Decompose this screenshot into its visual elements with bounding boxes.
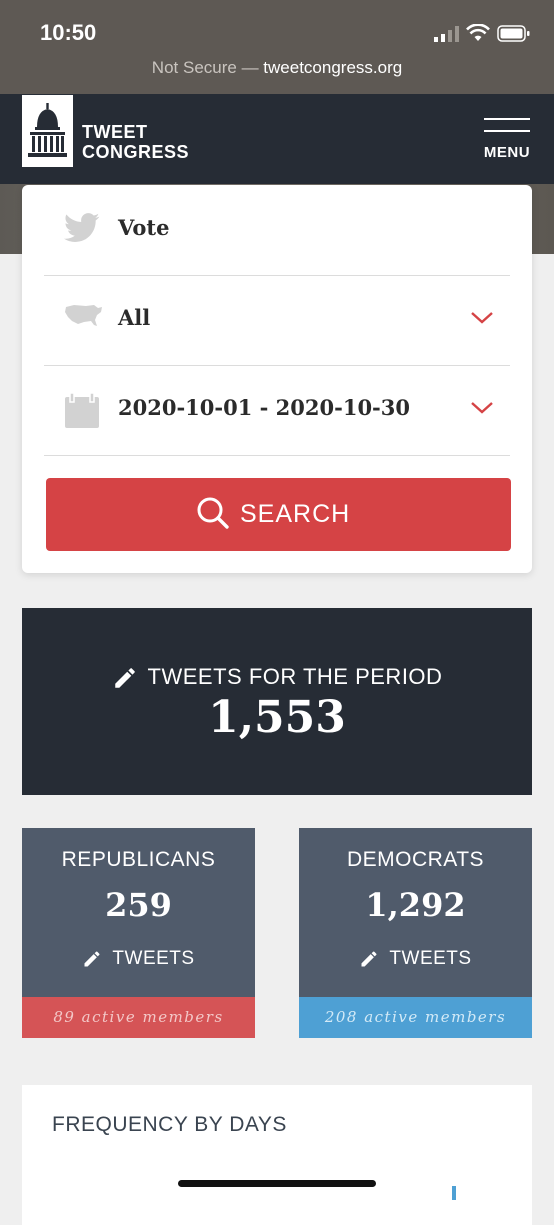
party-name: REPUBLICANS [61, 848, 216, 871]
search-button[interactable]: SEARCH [46, 478, 511, 551]
party-tweets-label: TWEETS [389, 948, 472, 969]
home-indicator[interactable] [178, 1180, 376, 1187]
status-time: 10:50 [40, 20, 97, 45]
brand-line-2: CONGRESS [82, 142, 190, 162]
chart-bar-partial [452, 1186, 456, 1200]
total-tweets-panel: TWEETS FOR THE PERIOD 1,553 [22, 608, 532, 795]
party-tweets-label-row: TWEETS [299, 948, 532, 970]
keyword-value: Vote [118, 215, 170, 240]
party-tweets-label: TWEETS [112, 948, 195, 969]
wifi-icon [466, 24, 490, 41]
cellular-signal-icon [434, 26, 459, 42]
chevron-down-icon [471, 402, 493, 414]
total-tweets-header: TWEETS FOR THE PERIOD [22, 664, 532, 691]
address-bar[interactable]: Not Secure — tweetcongress.org [0, 58, 554, 78]
pencil-icon [84, 951, 100, 967]
party-tweet-count: 1,292 [365, 886, 466, 924]
brand-name[interactable]: TWEET CONGRESS [82, 122, 189, 162]
total-tweets-count: 1,553 [208, 692, 346, 743]
search-button-label: SEARCH [240, 500, 351, 528]
menu-button[interactable]: MENU [478, 114, 536, 164]
status-bar [0, 0, 554, 94]
frequency-card: FREQUENCY BY DAYS [22, 1085, 532, 1225]
hamburger-icon [484, 118, 530, 120]
search-form: Vote All 2020-10-01 - 2020-10-30 SEARCH [22, 185, 532, 573]
republicans-card[interactable]: REPUBLICANS 259 TWEETS 89 active members [22, 828, 255, 1038]
date-range-picker[interactable]: 2020-10-01 - 2020-10-30 [44, 365, 510, 456]
democrats-card[interactable]: DEMOCRATS 1,292 TWEETS 208 active member… [299, 828, 532, 1038]
usa-map-icon [65, 305, 102, 326]
pencil-icon [114, 668, 135, 688]
total-tweets-label: TWEETS FOR THE PERIOD [147, 664, 443, 689]
twitter-bird-icon [64, 213, 100, 242]
search-icon [197, 497, 229, 529]
security-label: Not Secure [151, 58, 237, 77]
party-tweets-label-row: TWEETS [22, 948, 255, 970]
frequency-title: FREQUENCY BY DAYS [52, 1113, 287, 1136]
state-select[interactable]: All [44, 275, 510, 366]
url-domain: tweetcongress.org [263, 58, 403, 77]
calendar-icon [65, 393, 99, 428]
party-active-members: 89 active members [22, 997, 255, 1038]
battery-icon [497, 25, 530, 42]
brand-line-1: TWEET [82, 122, 148, 142]
keyword-field[interactable]: Vote [44, 185, 510, 276]
state-value: All [118, 305, 151, 330]
party-name: DEMOCRATS [346, 848, 485, 871]
date-range-value: 2020-10-01 - 2020-10-30 [118, 395, 410, 420]
chevron-down-icon [471, 312, 493, 324]
hamburger-icon [484, 130, 530, 132]
pencil-icon [361, 951, 377, 967]
party-active-members: 208 active members [299, 997, 532, 1038]
party-tweet-count: 259 [105, 886, 172, 924]
capitol-logo[interactable] [22, 95, 73, 167]
menu-label: MENU [483, 144, 531, 161]
url-separator: — [236, 58, 264, 77]
capitol-dome-icon [28, 103, 67, 157]
